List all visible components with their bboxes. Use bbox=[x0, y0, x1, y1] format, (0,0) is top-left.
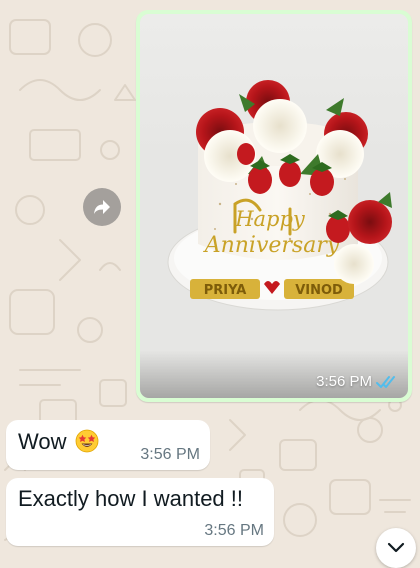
forward-button[interactable] bbox=[83, 188, 121, 226]
image-message-time: 3:56 PM bbox=[316, 373, 372, 390]
image-message-bubble[interactable]: Happy Anniversary PRIYA VINOD 3:56 PM bbox=[136, 10, 412, 402]
message-text: Exactly how I wanted !! bbox=[18, 486, 243, 511]
forward-arrow-icon bbox=[94, 200, 110, 214]
anniversary-cake-photo[interactable]: Happy Anniversary PRIYA VINOD 3:56 PM bbox=[140, 14, 408, 398]
plaque-right: VINOD bbox=[295, 283, 343, 298]
message-time: 3:56 PM bbox=[140, 446, 200, 463]
cake-photo-illustration: Happy Anniversary PRIYA VINOD bbox=[140, 14, 408, 398]
incoming-message[interactable]: Wow 3:56 PM bbox=[6, 420, 210, 470]
double-check-read-icon bbox=[376, 375, 395, 388]
topper-line-1: Happy bbox=[234, 207, 306, 231]
message-text: Wow bbox=[18, 429, 67, 454]
topper-line-2: Anniversary bbox=[203, 233, 340, 258]
image-message-meta: 3:56 PM bbox=[316, 373, 398, 390]
scroll-to-bottom-button[interactable] bbox=[376, 528, 416, 568]
plaque-left: PRIYA bbox=[204, 283, 247, 298]
message-text-row: Wow bbox=[18, 429, 99, 455]
chevron-down-icon bbox=[387, 542, 405, 553]
incoming-message[interactable]: Exactly how I wanted !! 3:56 PM bbox=[6, 478, 274, 546]
star-struck-emoji bbox=[75, 429, 98, 453]
message-time: 3:56 PM bbox=[204, 522, 264, 539]
